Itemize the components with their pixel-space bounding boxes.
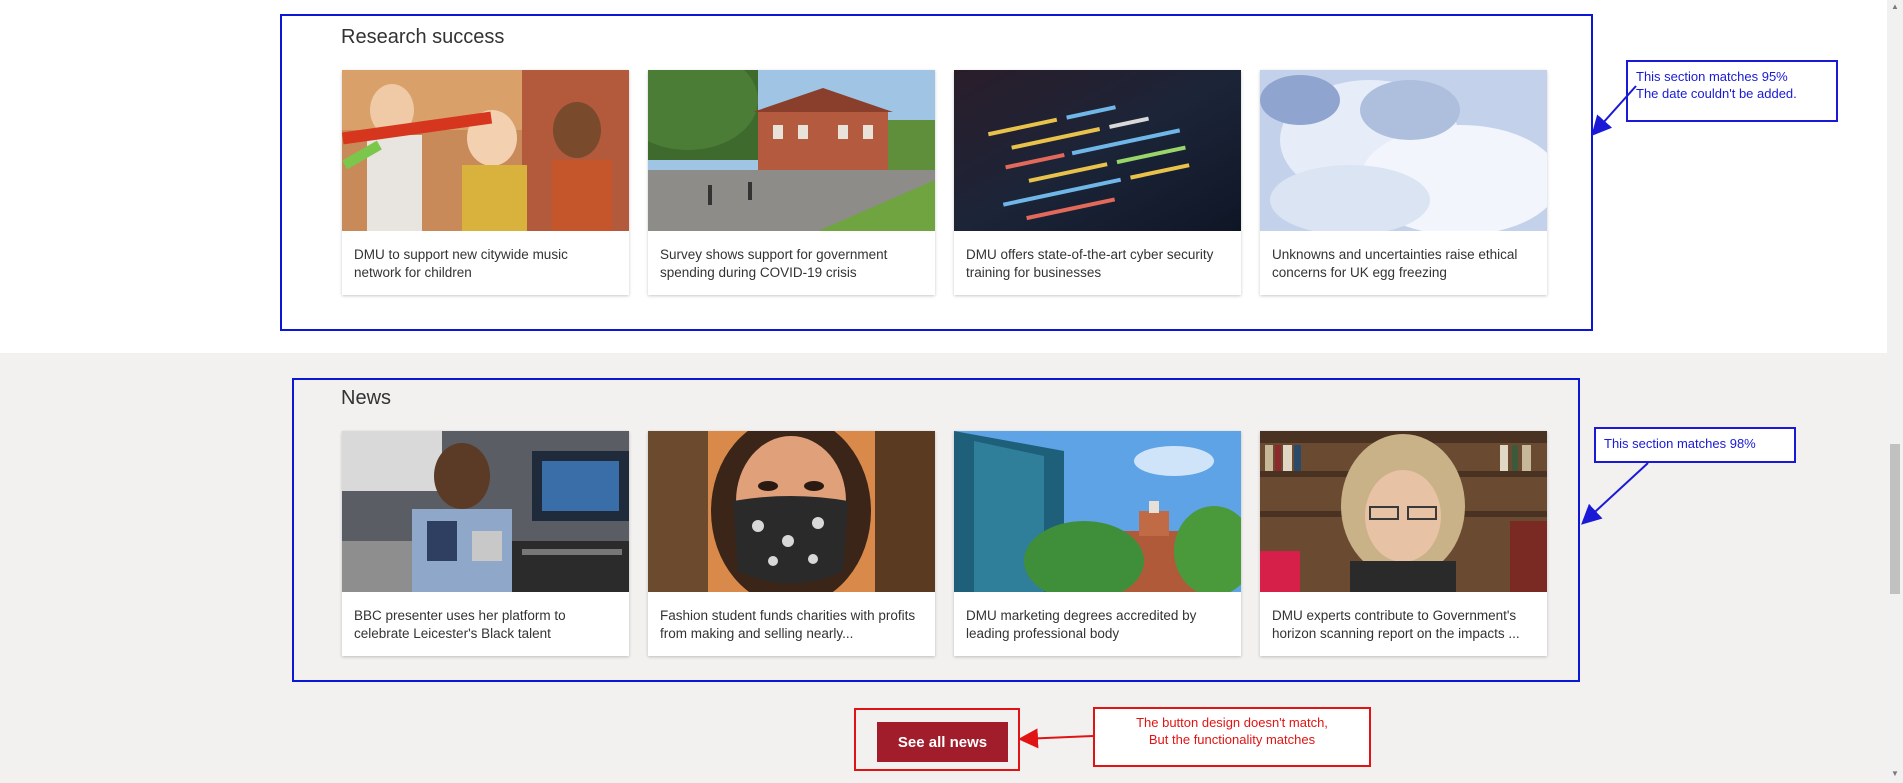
note-line: The date couldn't be added. bbox=[1636, 86, 1797, 101]
button-annotation-note: The button design doesn't match, But the… bbox=[1093, 707, 1371, 767]
vertical-scrollbar[interactable]: ▲ ▼ bbox=[1887, 0, 1903, 783]
scrollbar-thumb[interactable] bbox=[1890, 444, 1900, 594]
news-annotation-note: This section matches 98% bbox=[1594, 427, 1796, 463]
news-annotation-frame bbox=[292, 378, 1580, 682]
scroll-down-arrow-icon[interactable]: ▼ bbox=[1890, 769, 1900, 779]
button-annotation-frame bbox=[854, 708, 1020, 771]
research-annotation-note: This section matches 95% The date couldn… bbox=[1626, 60, 1838, 122]
note-line: This section matches 95% bbox=[1636, 69, 1788, 84]
scroll-up-arrow-icon[interactable]: ▲ bbox=[1890, 2, 1900, 12]
note-line: But the functionality matches bbox=[1148, 732, 1316, 747]
note-line: This section matches 98% bbox=[1604, 436, 1756, 451]
research-annotation-frame bbox=[280, 14, 1593, 331]
page: Research success DMU to support new city… bbox=[0, 0, 1903, 783]
note-line: The button design doesn't match, bbox=[1136, 715, 1328, 730]
